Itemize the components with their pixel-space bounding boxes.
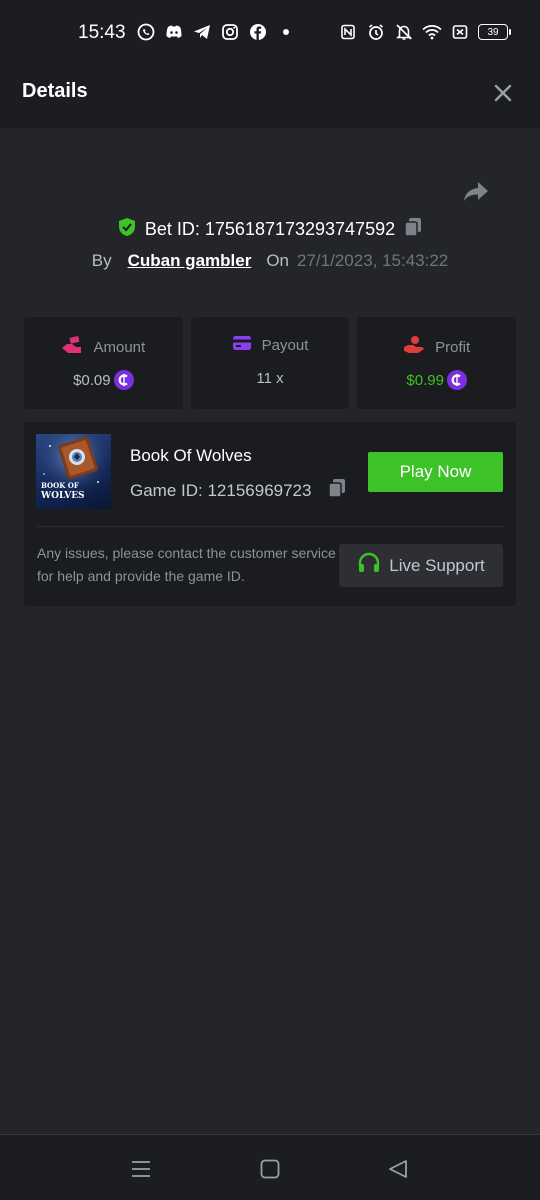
- by-label: By: [91, 251, 112, 270]
- username-link[interactable]: Cuban gambler: [128, 251, 252, 271]
- payout-value: 11 x: [256, 370, 284, 387]
- sim-icon: [450, 22, 470, 42]
- dot-icon: [276, 22, 296, 42]
- battery-indicator: 39: [478, 24, 511, 40]
- game-id: Game ID: 12156969723: [130, 480, 312, 500]
- close-icon: [494, 84, 512, 102]
- live-support-button[interactable]: Live Support: [339, 544, 503, 587]
- back-button[interactable]: [386, 1157, 410, 1181]
- whatsapp-icon: [136, 22, 156, 42]
- bet-byline: By Cuban gambler On 27/1/2023, 15:43:22: [0, 249, 540, 273]
- details-header: Details: [0, 58, 540, 128]
- alarm-icon: [366, 22, 386, 42]
- stat-payout: Payout 11 x: [190, 317, 350, 409]
- game-card: BOOK OF WOLVES Book Of Wolves Game ID: 1…: [24, 422, 516, 606]
- discord-icon: [164, 22, 184, 42]
- amount-value: $0.09: [73, 371, 111, 389]
- profit-hand-icon: [403, 335, 425, 359]
- payout-label: Payout: [261, 336, 309, 354]
- copy-game-id-button[interactable]: [327, 477, 347, 504]
- headset-icon: [357, 551, 381, 580]
- game-thumbnail[interactable]: BOOK OF WOLVES: [36, 434, 111, 509]
- share-icon: [464, 182, 488, 201]
- copy-bet-id-button[interactable]: [403, 216, 423, 243]
- close-button[interactable]: [492, 82, 514, 104]
- system-nav-bar: [0, 1134, 540, 1200]
- stat-amount: Amount $0.09: [24, 317, 183, 409]
- copy-icon: [328, 479, 346, 498]
- facebook-icon: [248, 22, 268, 42]
- book-of-wolves-artwork: BOOK OF WOLVES: [36, 434, 111, 509]
- payout-card-icon: [232, 335, 252, 355]
- recents-button[interactable]: [129, 1157, 153, 1181]
- telegram-icon: [192, 22, 212, 42]
- game-id-row: Game ID: 12156969723: [130, 477, 347, 504]
- share-button[interactable]: [462, 180, 490, 204]
- thumb-text-line1: BOOK OF: [41, 481, 79, 490]
- nfc-icon: [338, 22, 358, 42]
- on-label: On: [266, 251, 290, 270]
- bet-stats: Amount $0.09 Payout 11 x Profit $0.99: [24, 317, 517, 409]
- notification-icons: [136, 22, 296, 42]
- back-triangle-icon: [389, 1160, 407, 1178]
- coin-icon: [113, 370, 134, 390]
- stat-profit: Profit $0.99: [357, 317, 517, 409]
- copy-icon: [404, 217, 422, 237]
- divider: [36, 526, 504, 527]
- coin-icon: [446, 370, 467, 390]
- amount-icon: [61, 335, 83, 359]
- status-time: 15:43: [78, 22, 126, 43]
- home-button[interactable]: [258, 1157, 282, 1181]
- profit-label: Profit: [435, 338, 471, 356]
- system-icons: 39: [338, 22, 511, 42]
- play-now-button[interactable]: Play Now: [368, 452, 503, 492]
- mute-icon: [394, 22, 414, 42]
- verified-shield-icon: [117, 217, 137, 242]
- wifi-icon: [422, 22, 442, 42]
- page-title: Details: [22, 80, 88, 102]
- amount-label: Amount: [93, 338, 146, 356]
- status-bar: 15:43 39: [0, 0, 540, 58]
- bet-id-row: Bet ID: 1756187173293747592: [0, 216, 540, 242]
- thumb-text-line2: WOLVES: [40, 491, 85, 501]
- game-name: Book Of Wolves: [130, 446, 252, 465]
- menu-lines-icon: [132, 1161, 150, 1177]
- support-help-text: Any issues, please contact the customer …: [37, 545, 336, 584]
- live-support-label: Live Support: [389, 555, 485, 575]
- home-square-icon: [260, 1159, 280, 1179]
- profit-value: $0.99: [406, 371, 444, 389]
- bet-id: Bet ID: 1756187173293747592: [144, 218, 396, 239]
- bet-date: 27/1/2023, 15:43:22: [297, 251, 449, 270]
- instagram-icon: [220, 22, 240, 42]
